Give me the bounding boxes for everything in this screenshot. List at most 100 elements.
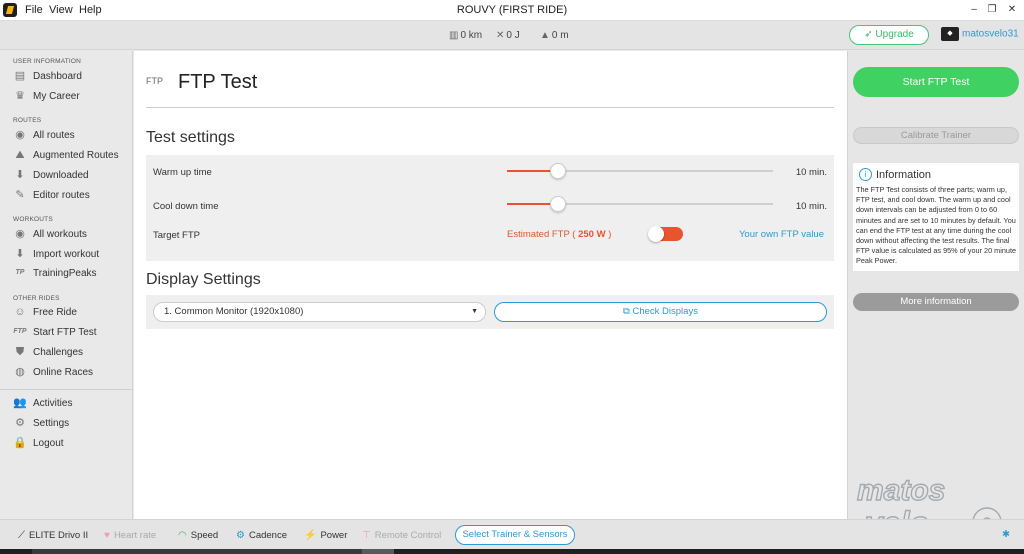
information-heading: Information [876,168,932,181]
estimated-suffix: ) [608,229,612,240]
avatar: ◆ [941,27,959,41]
information-text: The FTP Test consists of three parts; wa… [856,185,1017,266]
sidebar-item-trainingpeaks[interactable]: TP TrainingPeaks [13,265,97,281]
page-title: FTP Test [178,71,258,93]
close-icon[interactable]: ✕ [1005,3,1019,17]
sidebar-item-label: Activities [33,397,73,409]
sidebar-item-label: Logout [33,437,64,449]
display-settings-heading: Display Settings [146,271,261,288]
trainer-status[interactable]: ⟋ ELITE Drivo II [18,530,88,541]
top-stats-bar: ▥ 0 km ✕ 0 J ▲ 0 m ➶ Upgrade ◆ matosvelo31 [0,21,1024,50]
cooldown-slider[interactable] [507,196,773,212]
sidebar-item-settings[interactable]: ⚙ Settings [13,415,69,431]
warmup-slider-thumb[interactable] [549,163,566,179]
globe-icon: ◍ [15,366,25,378]
power-label: Power [320,530,348,541]
sidebar-item-all-workouts[interactable]: ◉ All workouts [13,226,87,242]
sidebar-item-start-ftp-test[interactable]: FTP Start FTP Test [13,324,97,340]
sidebar-item-logout[interactable]: 🔒 Logout [13,435,64,451]
energy-stat: ✕ 0 J [496,30,520,41]
sidebar-item-free-ride[interactable]: ☺ Free Ride [13,304,77,320]
power-status[interactable]: ⚡ Power [304,530,347,541]
username: matosvelo31 [962,28,1019,40]
sidebar-divider [0,389,133,390]
cooldown-value: 10 min. [795,201,827,212]
toggle-knob [648,226,664,242]
sidebar-item-label: Import workout [33,248,100,260]
distance-value: 0 km [460,30,483,41]
restore-icon[interactable]: ❐ [985,3,999,17]
sidebar-item-downloaded[interactable]: ⬇ Downloaded [13,167,89,183]
section-routes: ROUTES [13,117,42,124]
start-ftp-test-button[interactable]: Start FTP Test [853,67,1019,97]
eye-icon: ◉ [15,228,25,240]
more-information-button[interactable]: More information [853,293,1019,311]
upgrade-button[interactable]: ➶ Upgrade [849,25,929,45]
rocket-icon: ➶ [864,29,873,40]
info-icon: i [859,168,872,181]
page-tag: FTP [146,76,163,86]
sidebar-item-my-career[interactable]: ♛ My Career [13,88,80,104]
heart-rate-label: Heart rate [113,530,157,541]
elevation-stat: ▲ 0 m [540,30,569,41]
sidebar-item-all-routes[interactable]: ◉ All routes [13,127,75,143]
sidebar-item-label: Free Ride [33,306,77,318]
cooldown-slider-thumb[interactable] [549,196,566,212]
taskbar-active-app [362,549,394,554]
import-icon: ⬇ [15,248,25,260]
heart-rate-status[interactable]: ♥ Heart rate [104,530,156,541]
lock-icon: 🔒 [13,437,27,449]
warmup-slider[interactable] [507,163,773,179]
sensor-bar: ⟋ ELITE Drivo II ♥ Heart rate ◠ Speed ⚙ Cade… [0,519,1024,549]
sidebar-item-label: All workouts [33,228,87,240]
os-taskbar [0,549,1024,554]
road-icon: ▥ [449,30,459,41]
sidebar-item-editor-routes[interactable]: ✎ Editor routes [13,187,90,203]
user-profile[interactable]: ◆ matosvelo31 [941,27,1019,41]
estimated-ftp-value: 250 W [578,229,606,240]
test-settings-panel: Warm up time 10 min. Cool down time 10 m… [146,155,834,261]
svg-text:matos: matos [857,474,945,507]
calibrate-trainer-button[interactable]: Calibrate Trainer [853,127,1019,144]
mountain-icon: ▲ [540,30,550,41]
remote-control-status[interactable]: ⊤ Remote Control [362,530,441,541]
energy-value: 0 J [506,30,520,41]
download-icon: ⬇ [15,169,25,181]
bluetooth-icon[interactable]: ✱ [1002,529,1010,540]
trainer-name: ELITE Drivo II [29,530,89,541]
sidebar-item-challenges[interactable]: ⛊ Challenges [13,344,83,360]
check-displays-label: Check Displays [632,306,698,317]
right-panel: Start FTP Test Calibrate Trainer i Infor… [847,51,1024,519]
select-trainer-button[interactable]: Select Trainer & Sensors [455,525,575,545]
estimated-ftp-option[interactable]: Estimated FTP ( 250 W ) [507,229,611,240]
sidebar-item-online-races[interactable]: ◍ Online Races [13,364,93,380]
check-displays-button[interactable]: ⧉ Check Displays [494,302,827,322]
sidebar-item-label: Dashboard [33,70,82,82]
sidebar-item-label: Settings [33,417,70,429]
dashboard-icon: ▤ [14,70,26,82]
ar-icon: ⛰ [15,149,25,161]
tools-icon: ✕ [496,30,505,41]
information-title: i Information [859,168,931,181]
sidebar-item-augmented-routes[interactable]: ⛰ Augmented Routes [13,147,118,163]
minimize-icon[interactable]: – [967,3,981,17]
edit-icon: ✎ [15,189,25,201]
section-workouts: WORKOUTS [13,216,53,223]
monitor-select[interactable]: 1. Common Monitor (1920x1080) ▼ [153,302,486,322]
sidebar-item-label: Editor routes [33,189,90,201]
sidebar-item-activities[interactable]: 👥 Activities [13,395,72,411]
cadence-status[interactable]: ⚙ Cadence [236,530,287,541]
eye-icon: ◉ [15,129,25,141]
sidebar-item-import-workout[interactable]: ⬇ Import workout [13,246,99,262]
sidebar-item-dashboard[interactable]: ▤ Dashboard [13,68,82,84]
title-divider [146,107,834,108]
own-ftp-option[interactable]: Your own FTP value [739,229,824,240]
sidebar-item-label: Online Races [33,366,94,378]
ftp-source-toggle[interactable] [648,226,683,242]
sidebar-item-label: Downloaded [33,169,89,181]
speed-status[interactable]: ◠ Speed [178,530,218,541]
upgrade-label: Upgrade [875,29,914,40]
cooldown-label: Cool down time [153,201,219,212]
sidebar-item-label: Start FTP Test [33,326,97,338]
warmup-label: Warm up time [153,167,212,178]
